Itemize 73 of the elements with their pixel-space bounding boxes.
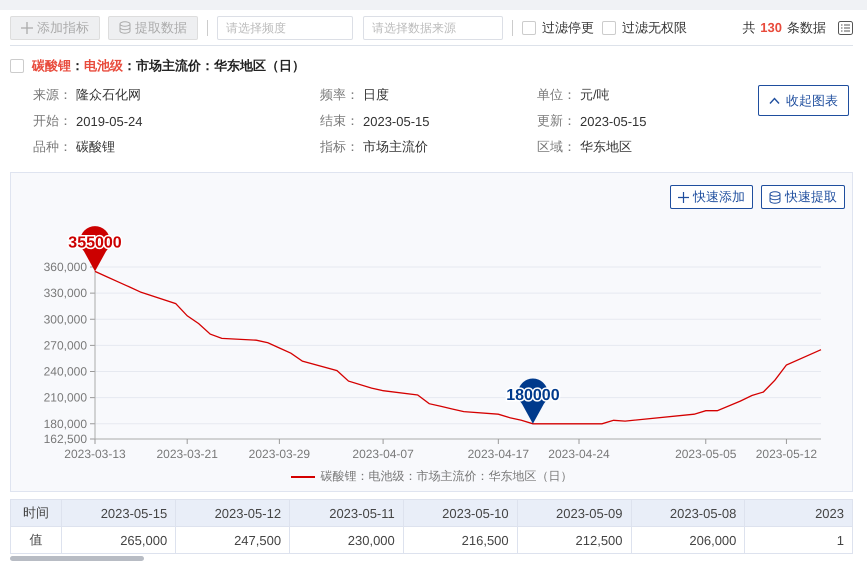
info-value: 华东地区	[580, 138, 632, 156]
table-cell: 247,500	[176, 526, 290, 554]
y-axis-label: 330,000	[44, 286, 87, 300]
info-label: 区域：	[537, 138, 577, 156]
caret-up-icon	[769, 97, 780, 104]
info-label: 单位：	[537, 86, 577, 104]
x-axis-label: 2023-03-21	[156, 447, 218, 461]
info-label: 结束：	[320, 112, 360, 130]
list-icon[interactable]	[838, 20, 853, 34]
info-label: 更新：	[537, 112, 577, 130]
table-cell: 216,500	[403, 526, 518, 554]
y-axis-label: 162,500	[44, 432, 87, 446]
checkbox-label: 过滤停更	[542, 18, 594, 36]
info-value: 2019-05-24	[76, 114, 142, 128]
info-value: 日度	[363, 86, 389, 104]
quick-add-button[interactable]: 快速添加	[670, 185, 753, 209]
table-cell: 206,000	[631, 526, 745, 554]
table-cell: 230,000	[290, 526, 404, 554]
table-header-cell: 2023-05-11	[290, 500, 404, 526]
info-label: 开始：	[33, 112, 73, 130]
table-cell: 值	[10, 526, 62, 554]
x-axis-label: 2023-04-17	[468, 447, 530, 461]
table-header-cell: 时间	[10, 500, 62, 526]
select-field[interactable]: 请选择频度	[217, 16, 353, 40]
checkbox[interactable]	[602, 20, 616, 34]
database-icon	[769, 190, 781, 204]
table-header-cell: 2023-05-15	[62, 500, 176, 526]
table-header-cell: 2023-05-09	[517, 500, 632, 526]
plus-icon	[678, 192, 689, 202]
checkbox-label: 过滤无权限	[622, 18, 687, 36]
database-icon	[119, 21, 131, 34]
info-value: 2023-05-15	[363, 114, 430, 128]
count-value: 130	[760, 20, 782, 34]
collapse-chart-button[interactable]: 收起图表	[758, 85, 849, 116]
table-header-cell: 2023-05-10	[403, 500, 518, 526]
info-label: 来源：	[33, 86, 73, 104]
quick-extract-button[interactable]: 快速提取	[761, 185, 845, 209]
y-axis-label: 300,000	[44, 312, 87, 326]
table-header-cell: 2023-05-12	[176, 500, 290, 526]
y-axis-label: 240,000	[44, 364, 87, 378]
info-label: 品种：	[33, 138, 73, 156]
info-value: 市场主流价	[363, 138, 428, 156]
plus-icon	[21, 22, 33, 34]
table-cell: 1	[744, 526, 852, 554]
legend-label[interactable]: 碳酸锂：电池级：市场主流价：华东地区（日）	[320, 468, 572, 485]
y-axis-label: 210,000	[44, 390, 87, 405]
count-label: 共	[742, 18, 756, 36]
table-header-cell: 2023	[744, 500, 852, 526]
y-axis-label: 270,000	[44, 338, 87, 352]
info-value: 隆众石化网	[76, 86, 141, 104]
y-axis-label: 180,000	[44, 416, 87, 431]
select-field[interactable]: 请选择数据来源	[363, 16, 503, 40]
info-value: 碳酸锂	[76, 138, 115, 156]
table-cell: 265,000	[62, 526, 176, 554]
info-value: 元/吨	[580, 86, 610, 104]
count-label: 条数据	[787, 18, 826, 36]
x-axis-label: 2023-05-12	[756, 447, 818, 461]
x-axis-label: 2023-04-24	[548, 447, 610, 461]
info-label: 指标：	[320, 138, 360, 156]
x-axis-label: 2023-05-05	[675, 447, 736, 461]
info-label: 频率：	[320, 86, 360, 104]
checkbox[interactable]	[522, 20, 536, 34]
info-value: 2023-05-15	[580, 114, 646, 128]
y-axis-label: 360,000	[44, 260, 87, 274]
x-axis-label: 2023-03-13	[64, 447, 126, 461]
checkbox[interactable]	[10, 59, 24, 73]
table-cell: 212,500	[517, 526, 632, 554]
indicator-title: 碳酸锂：电池级：市场主流价：华东地区（日）	[32, 57, 305, 75]
x-axis-label: 2023-04-07	[352, 447, 414, 461]
scrollbar-thumb[interactable]	[10, 556, 144, 561]
x-axis-label: 2023-03-29	[248, 447, 310, 461]
table-header-cell: 2023-05-08	[631, 500, 745, 526]
legend-line[interactable]	[290, 476, 314, 478]
